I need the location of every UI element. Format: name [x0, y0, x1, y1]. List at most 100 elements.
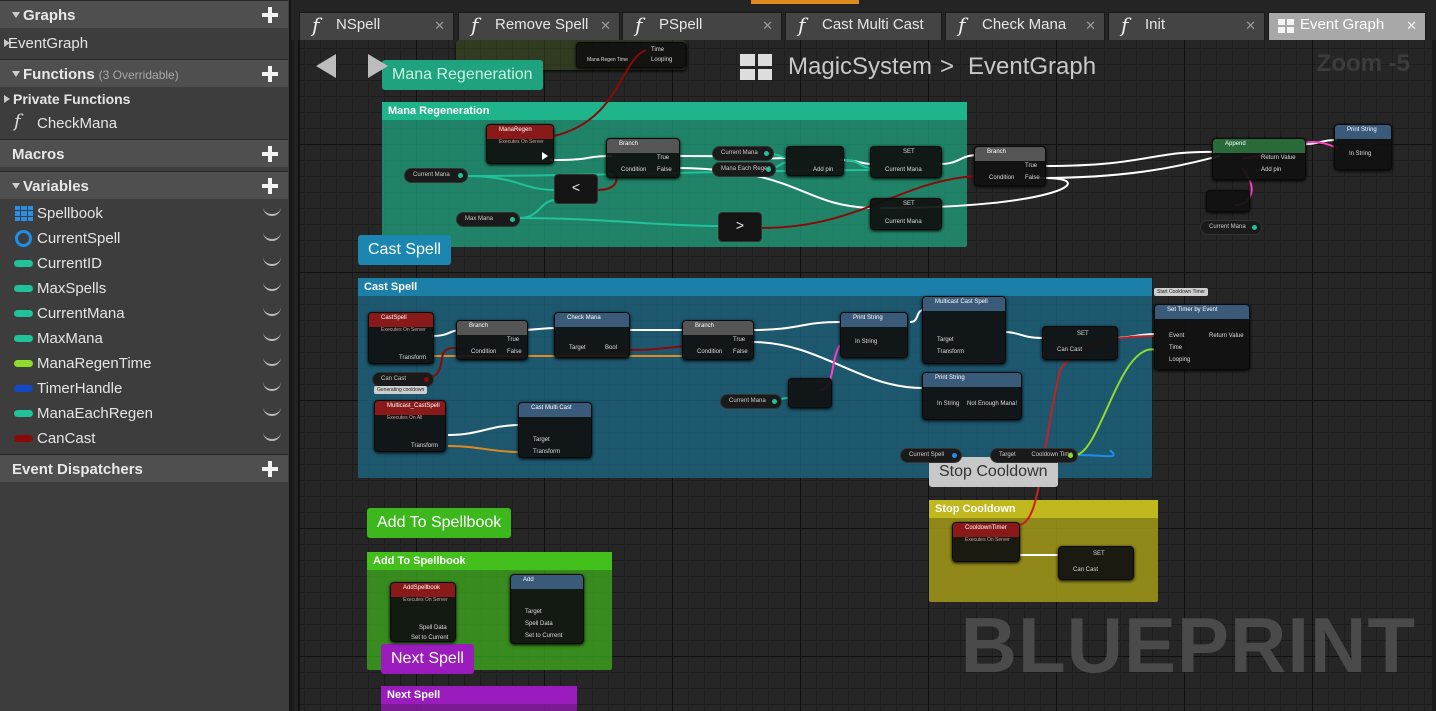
visibility-eye-icon[interactable] [263, 332, 281, 341]
visibility-eye-icon[interactable] [263, 357, 281, 366]
graphs-section-header[interactable]: Graphs [0, 0, 288, 28]
variable-item-manaregentime[interactable]: ManaRegenTime [0, 351, 288, 376]
functions-section-header[interactable]: Functions (3 Overridable) [0, 59, 288, 87]
variable-item-currentmana[interactable]: CurrentMana [0, 301, 288, 326]
add-variable-button[interactable] [260, 176, 280, 196]
greater-than-node[interactable]: > [718, 212, 762, 242]
var-getter-current-spell[interactable]: Current Spell [900, 448, 962, 463]
close-tab-icon[interactable]: ✕ [1245, 18, 1256, 34]
tab-cast-multi-cast[interactable]: f Cast Multi Cast [785, 12, 942, 40]
variable-item-maxspells[interactable]: MaxSpells [0, 276, 288, 301]
visibility-eye-icon[interactable] [263, 257, 281, 266]
multicast-cast-spell-node[interactable]: Multicast Cast Spell Target Transform [922, 296, 1006, 364]
exec-wire [939, 154, 979, 165]
tab-pspell[interactable]: f PSpell ✕ [622, 12, 782, 40]
int-to-string-node[interactable] [1206, 190, 1250, 212]
branch-node-4[interactable]: Branch Condition True False [682, 320, 754, 360]
tab-check-mana[interactable]: f Check Mana ✕ [945, 12, 1105, 40]
add-macro-button[interactable] [260, 144, 280, 164]
collapse-arrow-icon[interactable] [12, 71, 20, 77]
event-node-cooldown-timer[interactable]: CooldownTimer Executes On Server [952, 522, 1020, 562]
event-node-multicast-castspell[interactable]: Multicast_CastSpell Executes On All Tran… [374, 400, 446, 452]
tab-remove-spell[interactable]: f Remove Spell ✕ [458, 12, 620, 40]
event-node-manaregen[interactable]: ManaRegen Executes On Server [486, 124, 554, 164]
set-timer-by-event-node[interactable]: Set Timer by Event Event Time Looping Re… [1154, 304, 1250, 370]
var-getter-mana-each-regen[interactable]: Mana Each Regen [712, 162, 776, 177]
visibility-eye-icon[interactable] [263, 407, 281, 416]
add-dispatcher-button[interactable] [260, 459, 280, 479]
expand-arrow-icon[interactable] [4, 95, 10, 103]
var-getter-can-cast[interactable]: Can Cast [372, 372, 434, 387]
function-item-checkmana[interactable]: f CheckMana [0, 111, 288, 136]
variable-item-timerhandle[interactable]: TimerHandle [0, 376, 288, 401]
variables-section-header[interactable]: Variables [0, 171, 288, 199]
graph-item-eventgraph[interactable]: EventGraph [0, 31, 288, 56]
back-arrow-icon[interactable] [316, 54, 336, 78]
set-current-mana-node-2[interactable]: SET Current Mana [870, 198, 942, 230]
variable-item-currentspell[interactable]: CurrentSpell [0, 226, 288, 251]
tab-event-graph[interactable]: Event Graph ✕ [1268, 12, 1426, 40]
append-string-node[interactable]: Append Return Value Add pin [1212, 138, 1306, 180]
print-string-node-1[interactable]: Print String In String [1334, 124, 1392, 170]
visibility-eye-icon[interactable] [263, 232, 281, 241]
forward-arrow-icon[interactable] [368, 54, 388, 78]
add-function-button[interactable] [260, 64, 280, 84]
visibility-eye-icon[interactable] [263, 282, 281, 291]
visibility-eye-icon[interactable] [263, 432, 281, 441]
print-string-node-3[interactable]: Print String In String Not Enough Mana! [922, 372, 1022, 420]
int-to-string-node-2[interactable] [788, 378, 832, 408]
var-getter-max-mana[interactable]: Max Mana [456, 212, 520, 227]
check-mana-node[interactable]: Check Mana Target Bool [554, 312, 630, 358]
branch-node-3[interactable]: Branch Condition True False [456, 320, 528, 360]
int-wire [519, 217, 721, 227]
add-int-node[interactable]: Add pin [786, 146, 844, 176]
variable-item-manaeachregen[interactable]: ManaEachRegen [0, 401, 288, 426]
visibility-eye-icon[interactable] [263, 382, 281, 391]
comment-bubble-mana-regeneration[interactable]: Mana Regeneration [382, 60, 543, 90]
branch-node-2[interactable]: Branch Condition True False [974, 146, 1046, 186]
graph-canvas[interactable]: Mana Regen Time Time Looping Mana Regene… [298, 40, 1432, 711]
comment-bubble-next-spell[interactable]: Next Spell [381, 644, 474, 674]
macros-section-header[interactable]: Macros [0, 139, 288, 167]
comment-tag-start-cooldown-timer: Start Cooldown Timer [1154, 288, 1209, 296]
collapse-arrow-icon[interactable] [12, 12, 20, 18]
close-tab-icon[interactable]: ✕ [1406, 18, 1417, 34]
var-getter-current-mana-4[interactable]: Current Mana [720, 394, 782, 409]
comment-bubble-cast-spell[interactable]: Cast Spell [358, 235, 451, 265]
exec-wire [751, 321, 841, 331]
set-can-cast-node-2[interactable]: SET Can Cast [1058, 546, 1134, 580]
print-string-node-2[interactable]: Print String In String [840, 312, 908, 358]
variable-item-cancast[interactable]: CanCast [0, 426, 288, 451]
set-can-cast-node-1[interactable]: SET Can Cast [1042, 326, 1118, 360]
event-dispatchers-section-header[interactable]: Event Dispatchers [0, 454, 288, 482]
visibility-eye-icon[interactable] [263, 207, 281, 216]
visibility-eye-icon[interactable] [263, 307, 281, 316]
add-graph-button[interactable] [260, 5, 280, 25]
private-functions-group[interactable]: Private Functions [0, 87, 288, 112]
var-getter-current-mana[interactable]: Current Mana [404, 168, 468, 183]
comment-bubble-add-to-spellbook[interactable]: Add To Spellbook [367, 508, 512, 538]
branch-node-1[interactable]: Branch Condition True False [606, 138, 680, 178]
close-tab-icon[interactable]: ✕ [762, 18, 773, 34]
variable-item-maxmana[interactable]: MaxMana [0, 326, 288, 351]
variable-item-spellbook[interactable]: Spellbook [0, 201, 288, 226]
var-getter-cooldown-time[interactable]: Target Cooldown Time [990, 448, 1078, 463]
variable-item-currentid[interactable]: CurrentID [0, 251, 288, 276]
exec-wire [549, 155, 613, 161]
close-tab-icon[interactable]: ✕ [1085, 18, 1096, 34]
set-current-mana-node-1[interactable]: SET Current Mana [870, 146, 942, 178]
collapse-arrow-icon[interactable] [12, 183, 20, 189]
breadcrumb-graph[interactable]: EventGraph [968, 53, 1096, 81]
var-getter-current-mana-3[interactable]: Current Mana [1200, 220, 1262, 235]
event-node-castspell[interactable]: CastSpell Executes On Server Transform [368, 312, 434, 364]
tab-init[interactable]: f Init ✕ [1108, 12, 1265, 40]
tab-nspell[interactable]: f NSpell ✕ [299, 12, 454, 40]
add-to-spellbook-call-node[interactable]: Add Target Spell Data Set to Current [510, 574, 584, 644]
var-getter-current-mana-2[interactable]: Current Mana [712, 146, 774, 161]
cast-multi-cast-node[interactable]: Cast Multi Cast Target Transform [518, 402, 592, 458]
less-than-node[interactable]: < [554, 174, 598, 204]
event-node-addspellbook[interactable]: AddSpellbook Executes On Server Spell Da… [390, 582, 456, 642]
breadcrumb-blueprint[interactable]: MagicSystem [788, 53, 932, 81]
close-tab-icon[interactable]: ✕ [600, 18, 611, 34]
close-tab-icon[interactable]: ✕ [434, 18, 445, 34]
